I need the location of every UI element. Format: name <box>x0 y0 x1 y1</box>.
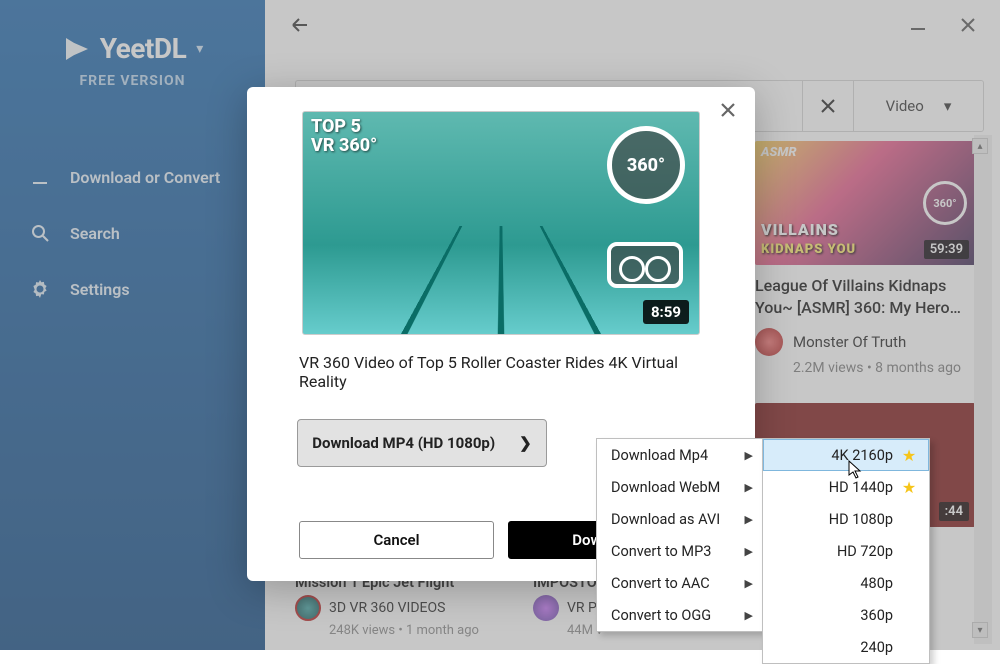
star-icon: ★ <box>901 478 917 497</box>
quality-submenu: 4K 2160p★ HD 1440p★ HD 1080p HD 720p 480… <box>762 438 930 664</box>
quality-option-hd-1080p[interactable]: HD 1080p <box>763 503 929 535</box>
submenu-arrow-icon: ▶ <box>745 545 753 558</box>
submenu-arrow-icon: ▶ <box>745 577 753 590</box>
modal-thumbnail: TOP 5VR 360° 360° 8:59 <box>302 111 700 335</box>
modal-video-title: VR 360 Video of Top 5 Roller Coaster Rid… <box>299 353 703 391</box>
cancel-button[interactable]: Cancel <box>299 521 494 559</box>
modal-close-button[interactable] <box>715 97 741 123</box>
star-icon: ★ <box>901 446 917 465</box>
vr-headset-icon <box>607 242 683 288</box>
quality-option-hd-720p[interactable]: HD 720p <box>763 535 929 567</box>
submenu-arrow-icon: ▶ <box>745 481 753 494</box>
menu-item-download-avi[interactable]: Download as AVI▶ <box>597 503 763 535</box>
download-format-label: Download MP4 (HD 1080p) <box>312 434 495 452</box>
submenu-arrow-icon: ▶ <box>745 449 753 462</box>
download-format-button[interactable]: Download MP4 (HD 1080p) ❯ <box>297 419 547 467</box>
menu-item-download-mp4[interactable]: Download Mp4▶ <box>597 439 763 471</box>
quality-option-360p[interactable]: 360p <box>763 599 929 631</box>
submenu-arrow-icon: ▶ <box>745 513 753 526</box>
menu-item-convert-ogg[interactable]: Convert to OGG▶ <box>597 599 763 631</box>
submenu-arrow-icon: ▶ <box>745 609 753 622</box>
quality-option-480p[interactable]: 480p <box>763 567 929 599</box>
menu-item-convert-aac[interactable]: Convert to AAC▶ <box>597 567 763 599</box>
format-context-menu: Download Mp4▶ Download WebM▶ Download as… <box>596 438 764 632</box>
quality-option-hd-1440p[interactable]: HD 1440p★ <box>763 471 929 503</box>
thumb-overlay: TOP 5VR 360° <box>311 118 377 156</box>
badge-360-icon: 360° <box>607 126 685 204</box>
duration-badge: 8:59 <box>643 300 689 324</box>
menu-item-download-webm[interactable]: Download WebM▶ <box>597 471 763 503</box>
quality-option-240p[interactable]: 240p <box>763 631 929 663</box>
menu-item-convert-mp3[interactable]: Convert to MP3▶ <box>597 535 763 567</box>
quality-option-4k-2160p[interactable]: 4K 2160p★ <box>763 439 929 471</box>
chevron-right-icon: ❯ <box>519 434 532 452</box>
